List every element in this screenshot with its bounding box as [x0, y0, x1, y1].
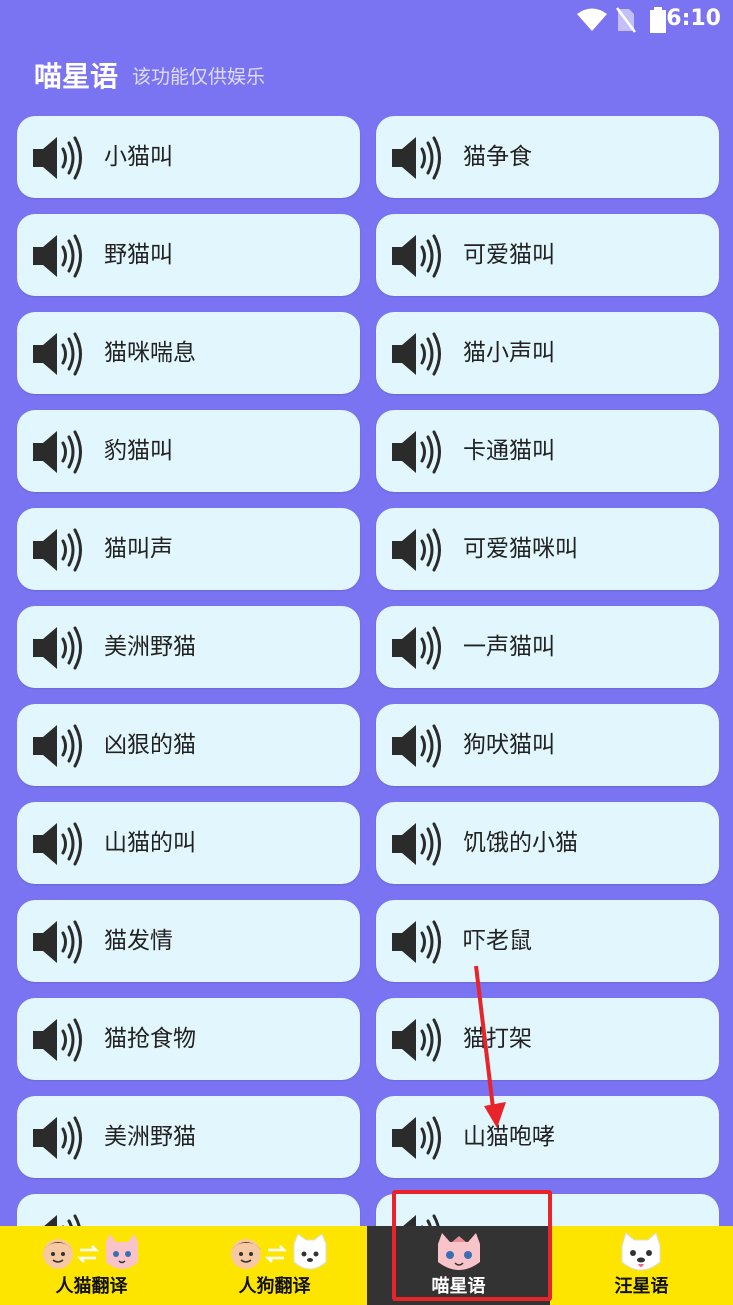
sound-card[interactable]: 猫争食: [376, 116, 719, 198]
sound-label: 猫小声叫: [463, 340, 555, 366]
sound-card[interactable]: 猫打架: [376, 998, 719, 1080]
sound-card[interactable]: 猫叫声: [17, 508, 360, 590]
speaker-icon: [392, 528, 441, 572]
sound-card[interactable]: 卡通猫叫: [376, 410, 719, 492]
person-dog-icon: [231, 1233, 327, 1270]
sound-card[interactable]: 野猫叫: [17, 214, 360, 296]
nav-label: 人猫翻译: [55, 1276, 128, 1297]
speaker-icon: [392, 626, 441, 670]
speaker-icon: [392, 332, 441, 376]
sound-label: 猫叫声: [104, 536, 173, 562]
sound-label: 凶狠的猫: [104, 732, 196, 758]
speaker-icon: [33, 626, 82, 670]
sound-label: 狗吠猫叫: [463, 732, 555, 758]
speaker-icon: [33, 136, 82, 180]
page-header: 喵星语 该功能仅供娱乐: [34, 55, 265, 95]
sound-label: 猫发情: [104, 928, 173, 954]
bottom-nav: 人猫翻译 人狗翻译 喵星语 汪星语: [0, 1226, 733, 1305]
sound-label: 猫抢食物: [104, 1026, 196, 1052]
speaker-icon: [392, 136, 441, 180]
sound-label: 卡通猫叫: [463, 438, 555, 464]
sound-card[interactable]: 一声猫叫: [376, 606, 719, 688]
speaker-icon: [392, 1018, 441, 1062]
sound-card[interactable]: 凶狠的猫: [17, 704, 360, 786]
tab-person-dog-translate[interactable]: 人狗翻译: [183, 1226, 366, 1305]
speaker-icon: [33, 920, 82, 964]
clock: 6:10: [666, 6, 721, 31]
sound-card[interactable]: 豹猫叫: [17, 410, 360, 492]
sound-card[interactable]: 美洲野猫: [17, 1096, 360, 1178]
sound-label: 豹猫叫: [104, 438, 173, 464]
battery-icon: [650, 7, 666, 33]
sound-card[interactable]: 猫抢食物: [17, 998, 360, 1080]
sound-label: 小猫叫: [104, 144, 173, 170]
sound-card[interactable]: 狗吠猫叫: [376, 704, 719, 786]
wifi-icon: [577, 8, 607, 31]
sound-label: 猫咪喘息: [104, 340, 196, 366]
nav-label: 人狗翻译: [238, 1276, 311, 1297]
speaker-icon: [33, 822, 82, 866]
sound-label: 野猫叫: [104, 242, 173, 268]
speaker-icon: [392, 430, 441, 474]
sound-label: 吓老鼠: [463, 928, 532, 954]
speaker-icon: [33, 1018, 82, 1062]
sound-card[interactable]: 山猫咆哮: [376, 1096, 719, 1178]
sound-card[interactable]: 猫咪喘息: [17, 312, 360, 394]
speaker-icon: [33, 234, 82, 278]
sound-label: 一声猫叫: [463, 634, 555, 660]
sound-label: 猫打架: [463, 1026, 532, 1052]
dog-icon: [621, 1232, 661, 1271]
speaker-icon: [392, 920, 441, 964]
sound-label: 猫争食: [463, 144, 532, 170]
sound-card[interactable]: 美洲野猫: [17, 606, 360, 688]
tab-person-cat-translate[interactable]: 人猫翻译: [0, 1226, 183, 1305]
highlight-box: [392, 1190, 552, 1301]
speaker-icon: [33, 1116, 82, 1160]
sound-card[interactable]: 可爱猫咪叫: [376, 508, 719, 590]
tab-woof-language[interactable]: 汪星语: [550, 1226, 733, 1305]
sound-card[interactable]: 吓老鼠: [376, 900, 719, 982]
speaker-icon: [33, 724, 82, 768]
sound-label: 山猫的叫: [104, 830, 196, 856]
speaker-icon: [33, 430, 82, 474]
speaker-icon: [44, 1214, 81, 1226]
sound-label: 可爱猫咪叫: [463, 536, 578, 562]
sound-card[interactable]: 小猫叫: [17, 116, 360, 198]
speaker-icon: [392, 724, 441, 768]
sound-card[interactable]: 猫小声叫: [376, 312, 719, 394]
speaker-icon: [33, 332, 82, 376]
status-bar: 6:10: [0, 0, 733, 44]
speaker-icon: [392, 822, 441, 866]
sound-label: 美洲野猫: [104, 1124, 196, 1150]
sound-card[interactable]: [17, 1194, 360, 1226]
person-cat-icon: [43, 1234, 138, 1269]
speaker-icon: [392, 234, 441, 278]
sound-label: 可爱猫叫: [463, 242, 555, 268]
sound-label: 山猫咆哮: [463, 1124, 555, 1150]
page-subtitle: 该功能仅供娱乐: [132, 65, 266, 88]
sound-grid: 小猫叫 猫争食野猫叫 可爱猫叫猫咪喘息 猫小声叫豹猫叫 卡通猫叫猫叫声 可爱猫咪叫美洲野猫…: [17, 116, 719, 1226]
page-title: 喵星语: [34, 60, 119, 93]
sound-card[interactable]: 饥饿的小猫: [376, 802, 719, 884]
sound-label: 饥饿的小猫: [463, 830, 578, 856]
nav-label: 汪星语: [614, 1276, 669, 1297]
sound-card[interactable]: 猫发情: [17, 900, 360, 982]
speaker-icon: [33, 528, 82, 572]
sound-card[interactable]: 山猫的叫: [17, 802, 360, 884]
sound-label: 美洲野猫: [104, 634, 196, 660]
speaker-icon: [392, 1116, 441, 1160]
no-sim-icon: [616, 7, 636, 33]
sound-card[interactable]: 可爱猫叫: [376, 214, 719, 296]
